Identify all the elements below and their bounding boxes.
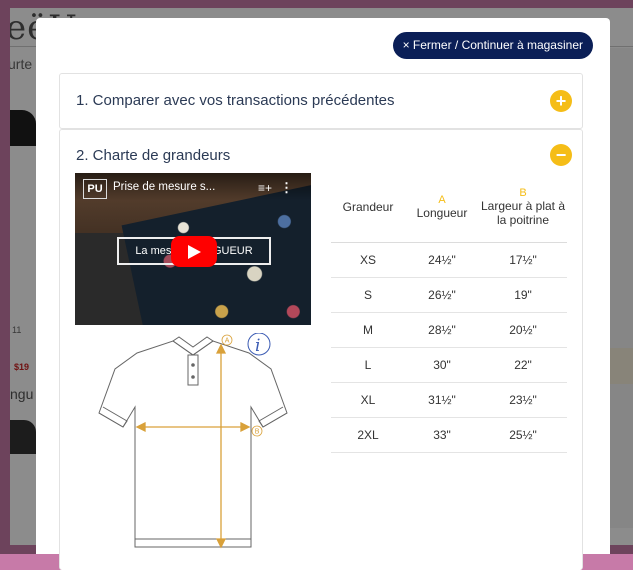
table-row: S 26½" 19" — [331, 277, 567, 312]
table-row: XL 31½" 23½" — [331, 382, 567, 417]
size-cell: M — [362, 322, 373, 337]
playlist-icon[interactable]: ≡+ — [258, 181, 272, 195]
size-cell: S — [363, 287, 372, 302]
width-cell: 19" — [514, 287, 532, 302]
video-title[interactable]: Prise de mesure s... — [113, 181, 215, 193]
width-cell: 23½" — [509, 392, 537, 407]
polo-shirt-icon: A B i — [98, 332, 288, 549]
width-cell: 20½" — [509, 322, 537, 337]
header-label: Longueur — [416, 206, 468, 221]
play-button[interactable] — [171, 236, 217, 267]
width-cell: 17½" — [509, 252, 537, 267]
header-longueur: A Longueur — [405, 173, 479, 242]
length-cell: 31½" — [428, 392, 456, 407]
header-letter: B — [519, 187, 527, 200]
info-icon[interactable]: i — [247, 332, 271, 356]
shirt-measurement-diagram: A B i — [75, 332, 311, 563]
close-continue-button[interactable]: × Fermer / Continuer à magasiner — [392, 32, 593, 59]
header-label: Grandeur — [342, 200, 394, 215]
size-cell: XL — [360, 392, 376, 407]
header-letter: A — [438, 194, 446, 207]
size-table-header: Grandeur A Longueur B Largeur à plat à l… — [331, 173, 567, 242]
size-cell: 2XL — [357, 427, 379, 442]
minus-circle-icon[interactable]: − — [550, 144, 572, 166]
video-player[interactable]: PU Prise de mesure s... ≡+ ⋮ La mesure L… — [75, 173, 311, 325]
marker-b-label: B — [255, 429, 260, 436]
plus-circle-icon[interactable]: + — [550, 90, 572, 112]
header-grandeur: Grandeur — [331, 173, 405, 242]
info-icon-glyph: i — [255, 336, 260, 356]
width-cell: 25½" — [509, 427, 537, 442]
table-row: XS 24½" 17½" — [331, 242, 567, 277]
compare-transactions-panel[interactable]: 1. Comparer avec vos transactions précéd… — [59, 73, 583, 129]
size-cell: XS — [359, 252, 376, 267]
size-table: Grandeur A Longueur B Largeur à plat à l… — [331, 173, 567, 453]
length-cell: 24½" — [428, 252, 456, 267]
size-cell: L — [364, 357, 372, 372]
size-chart-modal: × Fermer / Continuer à magasiner 1. Comp… — [36, 18, 610, 570]
header-largeur: B Largeur à plat à la poitrine — [479, 173, 567, 242]
table-row: 2XL 33" 25½" — [331, 417, 567, 452]
length-cell: 28½" — [428, 322, 456, 337]
table-row: L 30" 22" — [331, 347, 567, 382]
panel-title: 1. Comparer avec vos transactions précéd… — [76, 92, 395, 109]
size-chart-panel: 2. Charte de grandeurs − PU Prise de mes… — [59, 129, 583, 570]
channel-avatar[interactable]: PU — [83, 179, 107, 199]
length-cell: 26½" — [428, 287, 456, 302]
header-label: Largeur à plat à la poitrine — [480, 199, 566, 228]
more-icon[interactable]: ⋮ — [280, 180, 293, 196]
panel-title: 2. Charte de grandeurs — [76, 147, 231, 164]
table-row: M 28½" 20½" — [331, 312, 567, 347]
length-cell: 33" — [433, 427, 451, 442]
length-cell: 30" — [433, 357, 451, 372]
width-cell: 22" — [514, 357, 532, 372]
play-icon — [188, 245, 201, 259]
marker-a-label: A — [225, 338, 230, 345]
